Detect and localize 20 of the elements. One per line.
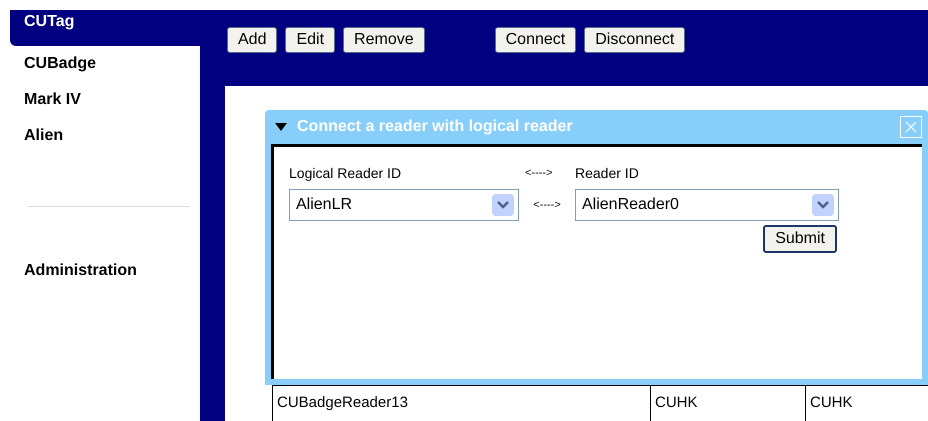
toolbar-button[interactable]: Add [227,27,278,53]
toolbar-button[interactable]: Disconnect [584,27,686,53]
toolbar-button[interactable]: Remove [343,27,425,53]
arrow-label: <----> [532,198,562,213]
toolbar-button[interactable]: Edit [285,27,336,53]
table-cell: CUBadgeReader13 [273,386,651,421]
arrow-label: <----> [525,166,554,181]
sidebar-item[interactable]: CUTag [10,10,200,46]
field-label: Logical Reader ID [289,164,402,183]
collapse-triangle-icon[interactable] [275,122,287,132]
field-label: Reader ID [575,164,639,182]
toolbar-button[interactable]: Connect [494,27,576,53]
dropdown[interactable]: AlienReader0 [575,189,839,221]
table-cell-text: CUHK [809,393,854,413]
chevron-down-icon [812,194,834,216]
dialog-title: Connect a reader with logical reader [297,117,573,137]
chevron-down-icon [492,194,514,216]
submit-button[interactable]: Submit [763,225,837,253]
table-cell: CUHK [651,386,806,421]
dropdown[interactable]: AlienLR [289,189,519,221]
